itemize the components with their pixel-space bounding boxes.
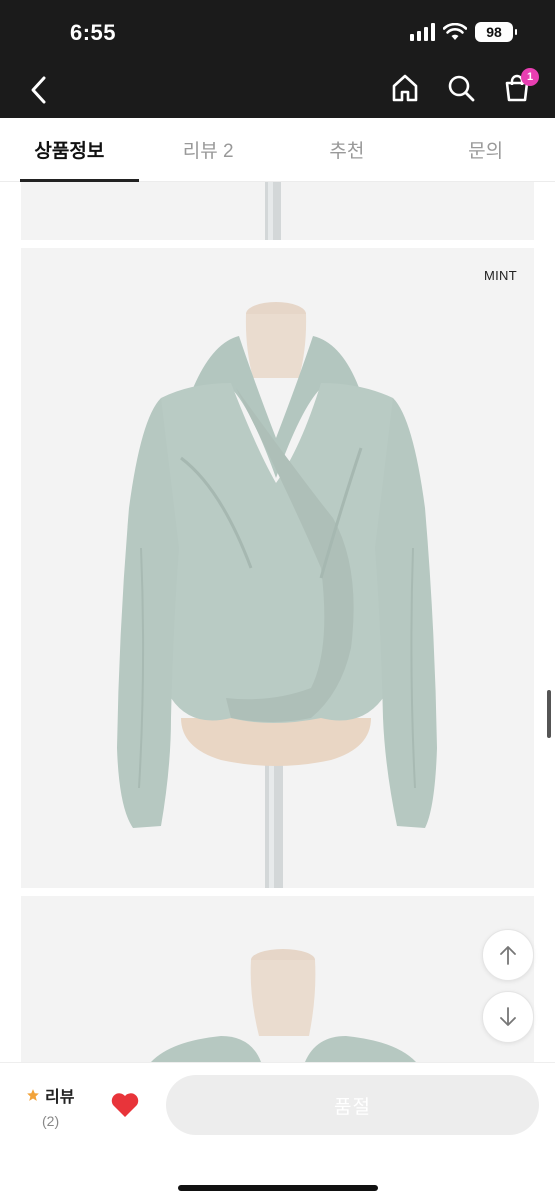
review-label: 리뷰 (45, 1089, 75, 1106)
battery-indicator: 98 (475, 22, 517, 42)
top-bar: 6:55 98 1 (0, 0, 555, 118)
review-title: 리뷰 (26, 1083, 86, 1107)
chevron-left-icon (31, 76, 46, 104)
arrow-up-icon (500, 946, 516, 965)
mint-hoodie-top-photo-2 (151, 949, 416, 1062)
back-button[interactable] (20, 70, 56, 110)
wishlist-button[interactable] (110, 1091, 144, 1121)
home-button[interactable] (385, 68, 425, 108)
product-image-2: MINT (21, 248, 534, 888)
home-indicator[interactable] (178, 1185, 378, 1191)
status-icons: 98 (410, 22, 517, 42)
color-label: MINT (484, 268, 517, 283)
product-tabs: 상품정보 리뷰 2 추천 문의 (0, 118, 555, 182)
tab-reviews[interactable]: 리뷰 2 (139, 118, 278, 181)
scroll-to-top-button[interactable] (482, 929, 534, 981)
search-icon (448, 75, 475, 102)
review-summary[interactable]: 리뷰 (2) (26, 1083, 86, 1129)
cart-badge: 1 (521, 68, 539, 86)
search-button[interactable] (441, 68, 481, 108)
status-time: 6:55 (70, 20, 117, 45)
bottom-action-bar: 리뷰 (2) 품절 (0, 1062, 555, 1200)
arrow-down-icon (500, 1007, 516, 1026)
star-icon (27, 1089, 39, 1101)
mannequin-stand (265, 182, 281, 240)
product-image-1 (21, 182, 534, 240)
tab-inquiry[interactable]: 문의 (416, 118, 555, 181)
tab-recommend[interactable]: 추천 (278, 118, 417, 181)
wifi-icon (443, 23, 467, 40)
scrollbar-thumb[interactable] (547, 690, 551, 738)
sold-out-button[interactable]: 품절 (166, 1075, 539, 1135)
home-icon (392, 74, 418, 102)
header-actions: 1 (385, 68, 539, 108)
heart-icon (111, 1093, 139, 1117)
scroll-to-bottom-button[interactable] (482, 991, 534, 1043)
mint-hoodie-top-photo (117, 302, 437, 888)
cart-button[interactable]: 1 (497, 68, 539, 108)
tab-product-info[interactable]: 상품정보 (0, 118, 139, 182)
review-count: (2) (42, 1113, 60, 1129)
product-image-3 (21, 896, 534, 1062)
cellular-signal-icon (410, 23, 435, 41)
